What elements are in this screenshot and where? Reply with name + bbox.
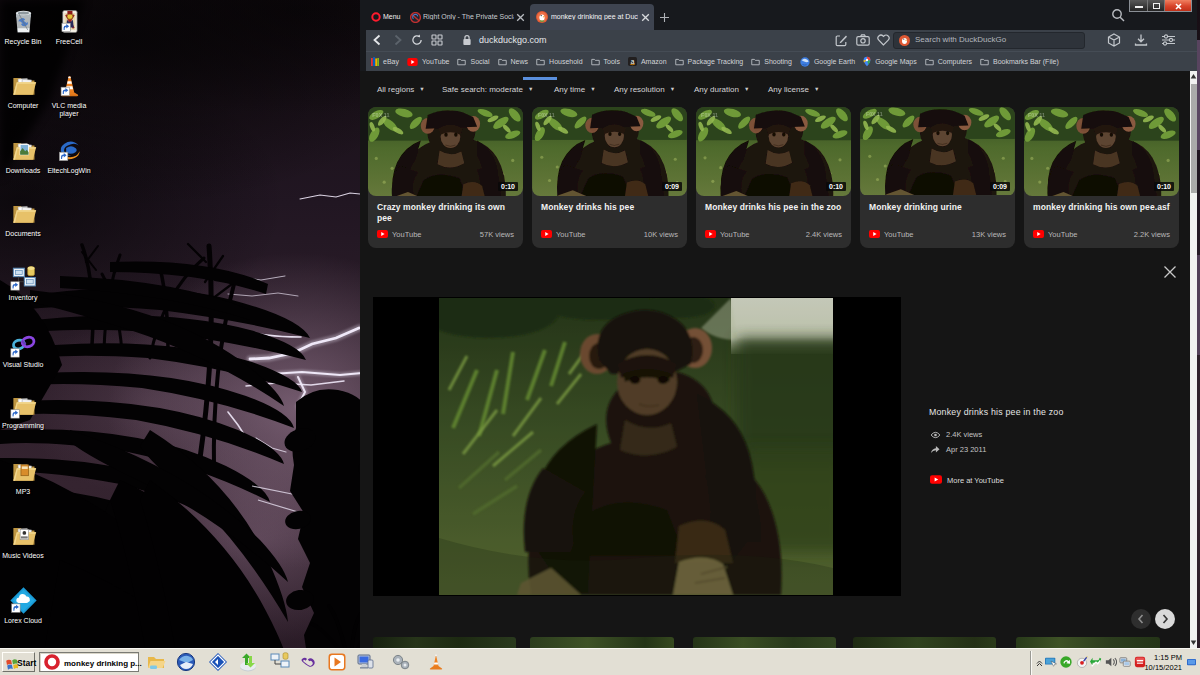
svg-text:a: a	[631, 58, 635, 65]
